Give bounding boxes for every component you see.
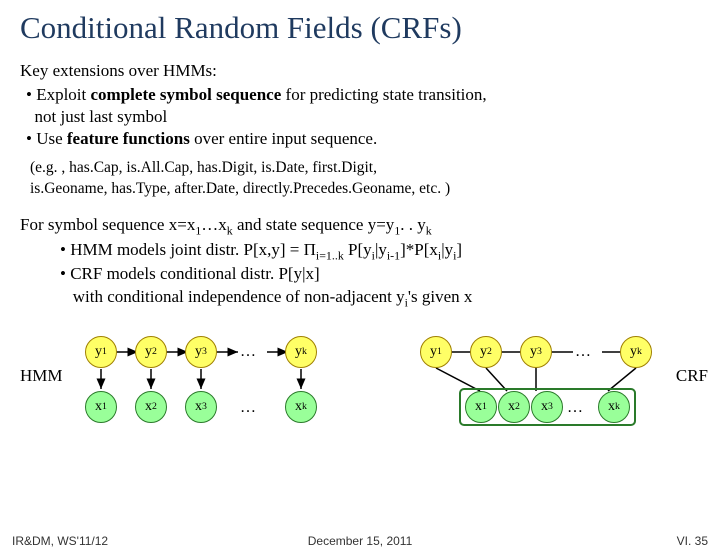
formula-block: For symbol sequence x=x1…xk and state se… (0, 200, 720, 310)
content-block: Key extensions over HMMs: • Exploit comp… (0, 46, 720, 150)
bullet2-pre: • Use (26, 129, 67, 148)
bullet-2: • Use feature functions over entire inpu… (20, 128, 700, 150)
s: 3 (537, 346, 542, 357)
hl-b: P[y (344, 240, 372, 259)
crf-x3: x3 (531, 391, 563, 423)
cl2-b: 's given x (408, 287, 472, 306)
s: 2 (515, 401, 520, 412)
bullet-1-line2: not just last symbol (20, 106, 700, 128)
fi-skb: k (426, 224, 432, 238)
hl-d: ]*P[x (400, 240, 438, 259)
hl-e: |y (441, 240, 453, 259)
crf-x-dots: … (567, 399, 583, 417)
t: y (530, 344, 537, 360)
examples-block: (e.g. , has.Cap, is.All.Cap, has.Digit, … (0, 150, 720, 200)
fi-b: …x (201, 215, 227, 234)
s: 1 (482, 401, 487, 412)
footer-right: VI. 35 (677, 534, 708, 548)
bullet1-pre: • Exploit (26, 85, 91, 104)
crf-line: • CRF models conditional distr. P[y|x] (20, 263, 700, 286)
footer-center: December 15, 2011 (308, 534, 413, 548)
bullet1-post: for predicting state transition, (281, 85, 486, 104)
t: x (508, 399, 515, 415)
s: k (615, 401, 620, 412)
formula-intro: For symbol sequence x=x1…xk and state se… (20, 214, 700, 238)
s: 2 (487, 346, 492, 357)
crf-y2: y2 (470, 336, 502, 368)
hl-a: • HMM models joint distr. P[x,y] = Π (60, 240, 316, 259)
crf-line2: with conditional independence of non-adj… (20, 286, 700, 310)
hl-sim1: i-1 (387, 248, 400, 262)
t: x (541, 399, 548, 415)
bullet-1: • Exploit complete symbol sequence for p… (20, 84, 700, 106)
s: 3 (548, 401, 553, 412)
intro-text: Key extensions over HMMs: (20, 60, 700, 82)
s: k (637, 346, 642, 357)
crf-y1: y1 (420, 336, 452, 368)
page-title: Conditional Random Fields (CRFs) (0, 0, 720, 46)
t: y (630, 344, 637, 360)
hmm-line: • HMM models joint distr. P[x,y] = Πi=1.… (20, 239, 700, 263)
fi-a: For symbol sequence x=x (20, 215, 195, 234)
crf-y-dots: … (575, 343, 591, 361)
bullet1-bold: complete symbol sequence (91, 85, 282, 104)
hl-f: ] (456, 240, 462, 259)
cl2-a: with conditional independence of non-adj… (60, 287, 405, 306)
fi-c: and state sequence y=y (233, 215, 395, 234)
bullet2-bold: feature functions (67, 129, 190, 148)
crf-x2: x2 (498, 391, 530, 423)
footer-left: IR&DM, WS'11/12 (12, 534, 108, 548)
crf-x1: x1 (465, 391, 497, 423)
fi-d: . . y (400, 215, 426, 234)
diagram-area: HMM CRF y1 y2 y3 … yk x1 x2 x3 … xk y1 y… (0, 321, 720, 461)
t: y (480, 344, 487, 360)
t: x (475, 399, 482, 415)
crf-y3: y3 (520, 336, 552, 368)
hl-c: |y (375, 240, 387, 259)
hl-sub: i=1..k (316, 248, 344, 262)
bullet2-post: over entire input sequence. (190, 129, 377, 148)
s: 1 (437, 346, 442, 357)
t: y (430, 344, 437, 360)
t: x (608, 399, 615, 415)
crf-xk: xk (598, 391, 630, 423)
examples-line1: (e.g. , has.Cap, is.All.Cap, has.Digit, … (30, 158, 720, 179)
crf-yk: yk (620, 336, 652, 368)
examples-line2: is.Geoname, has.Type, after.Date, direct… (30, 179, 720, 200)
